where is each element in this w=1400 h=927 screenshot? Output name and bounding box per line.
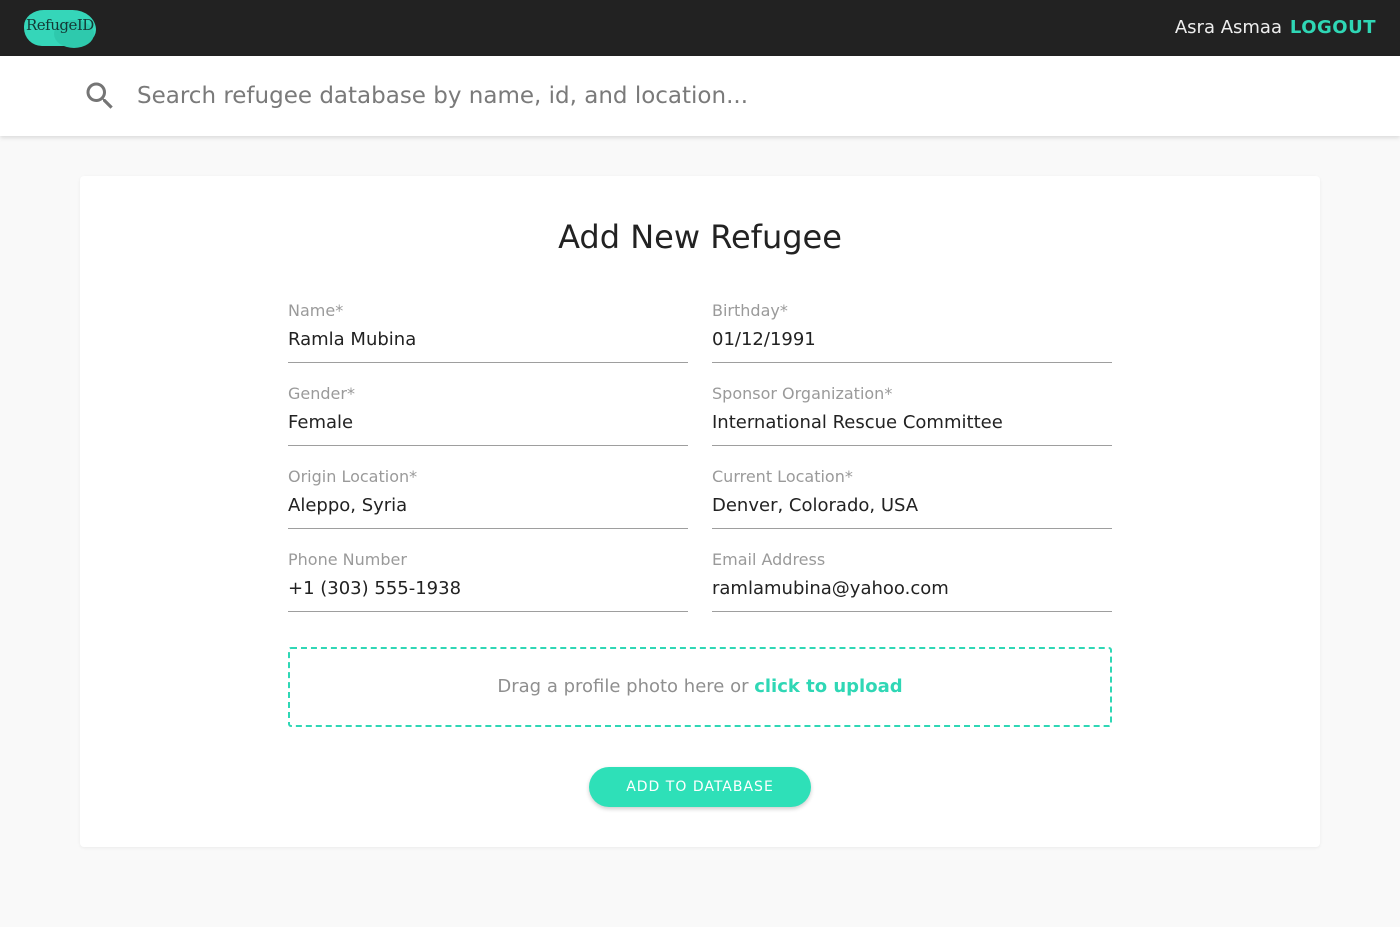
origin-location-label: Origin Location*: [288, 467, 418, 486]
sponsor-organization-input[interactable]: [712, 408, 1112, 436]
page-title: Add New Refugee: [558, 218, 842, 256]
current-user-name: Asra Asmaa: [1174, 17, 1282, 38]
dropzone-text: Drag a profile photo here or: [497, 676, 755, 697]
email-address-label: Email Address: [712, 550, 826, 569]
origin-location-input[interactable]: [288, 491, 688, 519]
phone-number-field: Phone Number: [288, 550, 688, 612]
click-to-upload-link[interactable]: click to upload: [754, 676, 902, 697]
name-label: Name*: [288, 301, 344, 320]
phone-number-input[interactable]: [288, 574, 688, 602]
phone-number-label: Phone Number: [288, 550, 407, 569]
current-location-input[interactable]: [712, 491, 1112, 519]
add-to-database-button[interactable]: ADD TO DATABASE: [589, 767, 811, 807]
name-input[interactable]: [288, 325, 688, 353]
gender-field: Gender*: [288, 384, 688, 446]
gender-input[interactable]: [288, 408, 688, 436]
origin-location-field: Origin Location*: [288, 467, 688, 529]
current-location-field: Current Location*: [712, 467, 1112, 529]
refugeid-logo[interactable]: RefugeID: [24, 6, 96, 48]
add-refugee-card: Add New Refugee Name* Birthday* Gender* …: [80, 176, 1320, 847]
birthday-label: Birthday*: [712, 301, 788, 320]
search-input[interactable]: [137, 76, 1337, 116]
search-icon: [86, 82, 113, 109]
birthday-input[interactable]: [712, 325, 1112, 353]
current-location-label: Current Location*: [712, 467, 853, 486]
name-field: Name*: [288, 301, 688, 363]
birthday-field: Birthday*: [712, 301, 1112, 363]
email-address-field: Email Address: [712, 550, 1112, 612]
top-navbar: RefugeID Asra Asmaa LOGOUT: [0, 0, 1400, 56]
search-bar: [0, 56, 1400, 136]
sponsor-organization-label: Sponsor Organization*: [712, 384, 893, 403]
gender-label: Gender*: [288, 384, 355, 403]
sponsor-organization-field: Sponsor Organization*: [712, 384, 1112, 446]
logo-text: RefugeID: [26, 16, 94, 34]
email-address-input[interactable]: [712, 574, 1112, 602]
photo-dropzone[interactable]: Drag a profile photo here or click to up…: [288, 647, 1112, 727]
logout-button[interactable]: LOGOUT: [1290, 17, 1376, 38]
